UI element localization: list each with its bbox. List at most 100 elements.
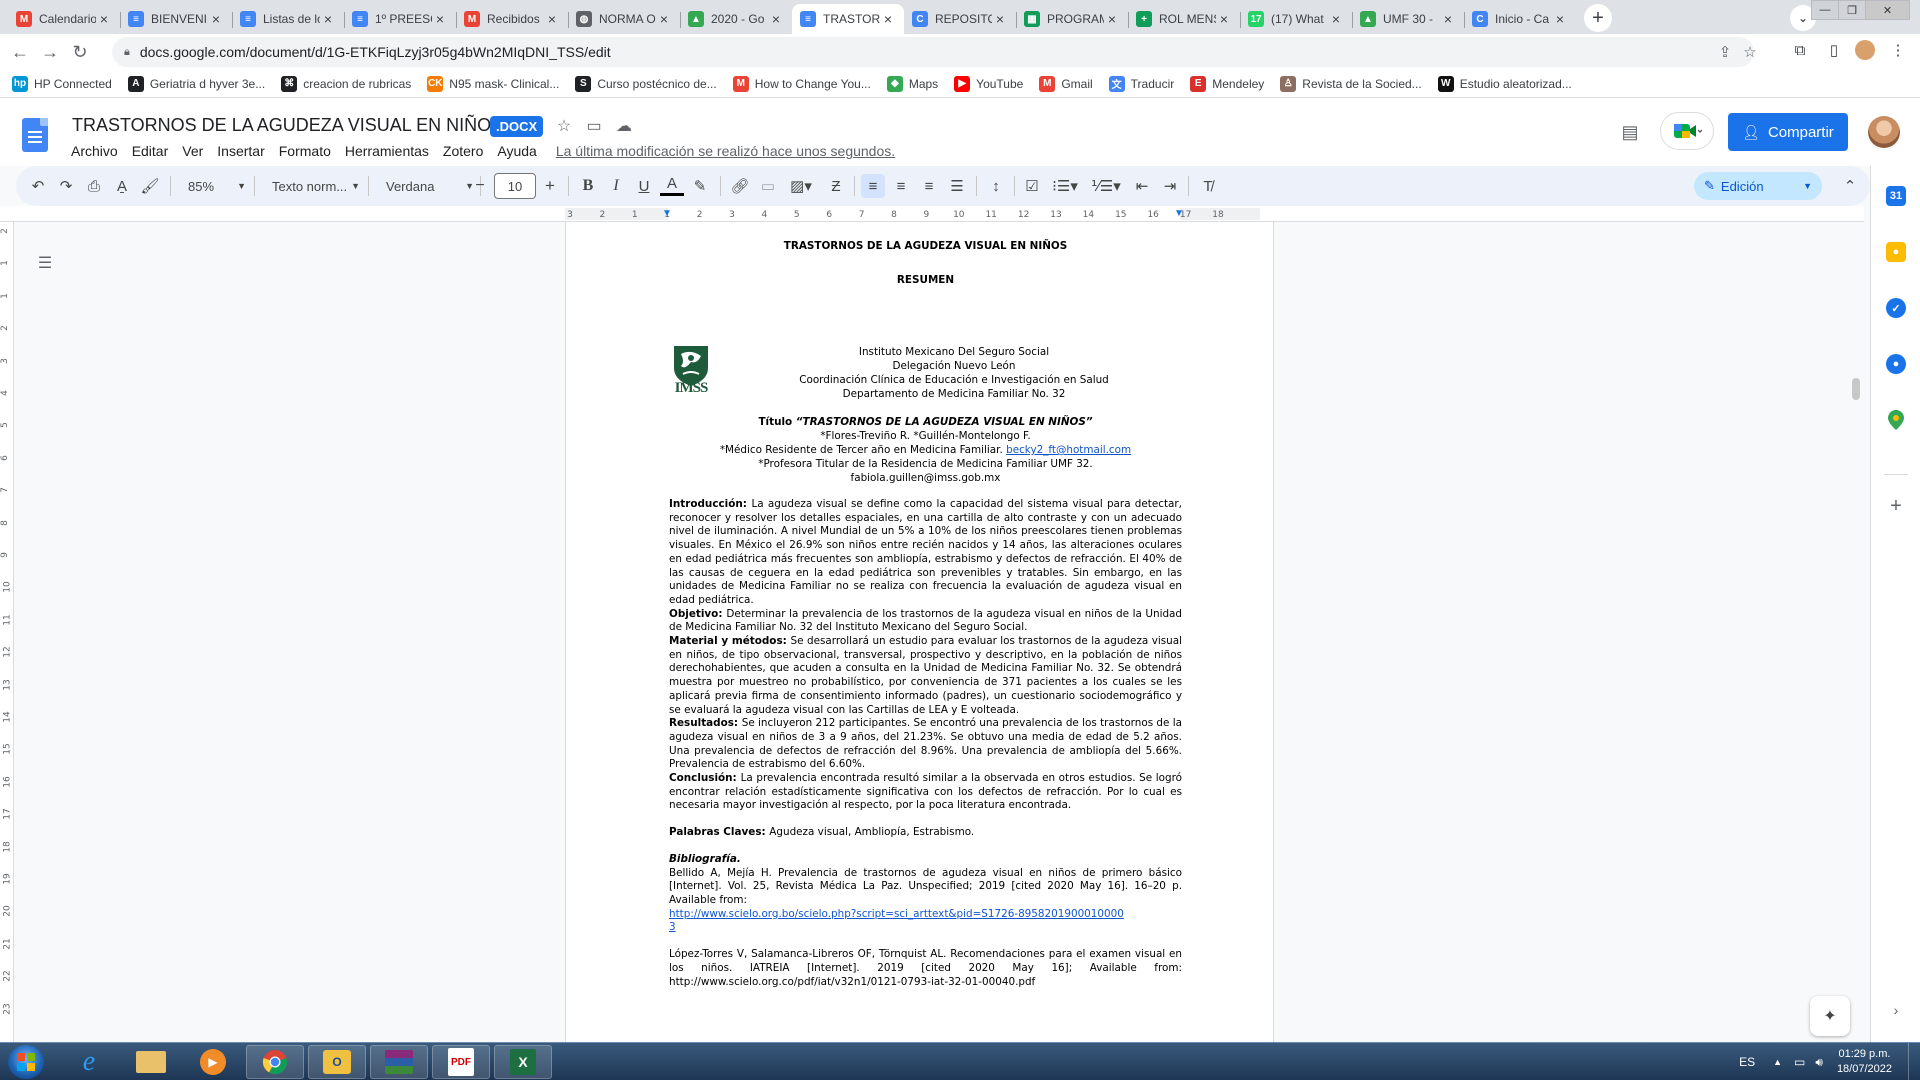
show-desktop-button[interactable] [1908, 1043, 1920, 1080]
system-clock[interactable]: 01:29 p.m. 18/07/2022 [1837, 1047, 1892, 1077]
browser-tab[interactable]: ≡ 1º PREESC× [344, 4, 456, 34]
right-indent-marker-icon[interactable]: ▼ [1174, 209, 1186, 219]
docs-logo-icon[interactable] [22, 118, 48, 152]
menu-zotero[interactable]: Zotero [436, 140, 490, 162]
decrease-font-size-icon[interactable]: − [468, 174, 492, 198]
font-size-input[interactable]: 10 [494, 173, 536, 199]
undo-icon[interactable]: ↶ [26, 174, 50, 198]
add-comment-icon[interactable]: ▭ [756, 174, 780, 198]
winrar-icon[interactable] [370, 1045, 428, 1079]
browser-tab[interactable]: + ROL MENS × [1128, 4, 1240, 34]
extensions-puzzle-icon[interactable]: ⧉ [1788, 38, 1812, 62]
star-icon[interactable]: ☆ [553, 115, 575, 137]
align-right-icon[interactable]: ≡ [917, 174, 941, 198]
chrome-taskbar-icon[interactable] [246, 1045, 304, 1079]
align-justify-icon[interactable]: ☰ [945, 174, 969, 198]
underline-icon[interactable]: U [632, 174, 656, 198]
menu-ayuda[interactable]: Ayuda [490, 140, 543, 162]
increase-font-size-icon[interactable]: + [538, 174, 562, 198]
bookmark-item[interactable]: S Curso postécnico de... [575, 75, 717, 92]
browser-tab[interactable]: ≡ TRASTORN× [792, 4, 904, 34]
close-tab-icon[interactable]: × [1552, 11, 1568, 27]
bookmark-item[interactable]: ▶ YouTube [954, 75, 1023, 92]
menu-ver[interactable]: Ver [175, 140, 210, 162]
menu-insertar[interactable]: Insertar [210, 140, 271, 162]
close-tab-icon[interactable]: × [992, 11, 1008, 27]
paint-format-icon[interactable]: 🖌︎ [138, 174, 162, 198]
redo-icon[interactable]: ↷ [54, 174, 78, 198]
browser-tab[interactable]: ◍ NORMA O × [568, 4, 680, 34]
more-menu-icon[interactable]: ⋮ [1886, 38, 1910, 62]
menu-archivo[interactable]: Archivo [64, 140, 125, 162]
document-title[interactable]: TRASTORNOS DE LA AGUDEZA VISUAL EN NIÑOS [72, 115, 503, 136]
align-center-icon[interactable]: ≡ [889, 174, 913, 198]
tray-expand-icon[interactable]: ▲ [1773, 1057, 1782, 1067]
explore-button[interactable]: ✦ [1810, 996, 1850, 1036]
media-player-icon[interactable]: ▶ [184, 1045, 242, 1079]
close-tab-icon[interactable]: × [768, 11, 784, 27]
bold-icon[interactable]: B [576, 174, 600, 198]
spellcheck-icon[interactable]: A̱ [110, 174, 134, 198]
numbered-list-icon[interactable]: ⅟☰▾ [1088, 174, 1124, 198]
collapse-menus-icon[interactable]: ⌃ [1838, 174, 1862, 198]
contacts-icon[interactable]: ● [1886, 354, 1906, 374]
browser-tab[interactable]: C REPOSITO × [904, 4, 1016, 34]
font-select[interactable]: Verdana ▼ [378, 174, 474, 198]
close-tab-icon[interactable]: × [544, 11, 560, 27]
document-scrollbar[interactable] [1852, 378, 1860, 400]
close-tab-icon[interactable]: × [320, 11, 336, 27]
close-tab-icon[interactable]: × [96, 11, 112, 27]
close-tab-icon[interactable]: × [432, 11, 448, 27]
profile-avatar[interactable] [1855, 40, 1875, 60]
meet-button[interactable] [1660, 112, 1714, 150]
minimize-window-button[interactable]: — [1811, 0, 1839, 20]
clear-format-icon[interactable]: T̸ [1196, 174, 1220, 198]
excel-icon[interactable]: X [494, 1045, 552, 1079]
address-bar[interactable]: 🔒︎ docs.google.com/document/d/1G-ETKFiqL… [112, 37, 1757, 67]
insert-image-icon[interactable]: ▨▾ [784, 174, 818, 198]
browser-tab[interactable]: ≡ BIENVENIDO× [120, 4, 232, 34]
browser-tab[interactable]: ▲ 2020 - Go × [680, 4, 792, 34]
clear-formatting-z-icon[interactable]: Ƶ [824, 174, 848, 198]
left-indent-marker-icon[interactable]: ▼ [662, 209, 674, 219]
align-left-icon[interactable]: ≡ [861, 174, 885, 198]
document-page[interactable]: TRASTORNOS DE LA AGUDEZA VISUAL EN NIÑOS… [565, 222, 1274, 1042]
increase-indent-icon[interactable]: ⇥ [1158, 174, 1182, 198]
menu-herramientas[interactable]: Herramientas [338, 140, 436, 162]
keep-icon[interactable]: ● [1886, 242, 1906, 262]
highlight-icon[interactable]: ✎ [688, 174, 712, 198]
checklist-icon[interactable]: ☑ [1020, 174, 1044, 198]
internet-explorer-icon[interactable]: e [60, 1045, 118, 1079]
close-tab-icon[interactable]: × [208, 11, 224, 27]
bookmark-item[interactable]: W Estudio aleatorizad... [1437, 75, 1572, 92]
last-edit-link[interactable]: La última modificación se realizó hace u… [556, 143, 895, 159]
print-icon[interactable]: ⎙ [82, 174, 106, 198]
chevron-right-icon[interactable]: › [1886, 1000, 1906, 1020]
side-panel-icon[interactable]: ▯ [1822, 38, 1846, 62]
get-addons-icon[interactable]: + [1886, 495, 1906, 517]
bookmark-item[interactable]: E Mendeley [1190, 75, 1264, 92]
share-button[interactable]: 👤︎ Compartir [1728, 113, 1848, 151]
browser-tab[interactable]: ≡ Listas de lo × [232, 4, 344, 34]
close-tab-icon[interactable]: × [1216, 11, 1232, 27]
reload-button[interactable]: ↻ [66, 38, 94, 66]
reference-link[interactable]: 3 [669, 921, 676, 933]
line-spacing-icon[interactable]: ↕ [984, 174, 1008, 198]
outlook-icon[interactable]: O [308, 1045, 366, 1079]
browser-tab[interactable]: ▦ PROGRAM × [1016, 4, 1128, 34]
back-button[interactable]: ← [6, 38, 34, 66]
bookmark-item[interactable]: A Geriatria d hyver 3e... [127, 75, 265, 92]
bookmark-item[interactable]: M Gmail [1039, 75, 1093, 92]
bookmark-item[interactable]: M How to Change You... [732, 75, 871, 92]
new-tab-button[interactable]: + [1584, 4, 1612, 32]
calendar-icon[interactable]: 31 [1886, 186, 1906, 206]
close-tab-icon[interactable]: × [1104, 11, 1120, 27]
volume-icon[interactable]: 🔊︎ [1815, 1055, 1823, 1070]
editing-mode-select[interactable]: ✎ Edición ▼ [1694, 172, 1822, 200]
bookmark-item[interactable]: 文 Traducir [1108, 75, 1174, 92]
bookmark-item[interactable]: ⌘ creacion de rubricas [281, 75, 411, 92]
browser-tab[interactable]: M Calendario × [8, 4, 120, 34]
file-explorer-icon[interactable] [122, 1045, 180, 1079]
bookmark-star-icon[interactable]: ☆ [1740, 42, 1760, 62]
forward-button[interactable]: → [36, 38, 64, 66]
